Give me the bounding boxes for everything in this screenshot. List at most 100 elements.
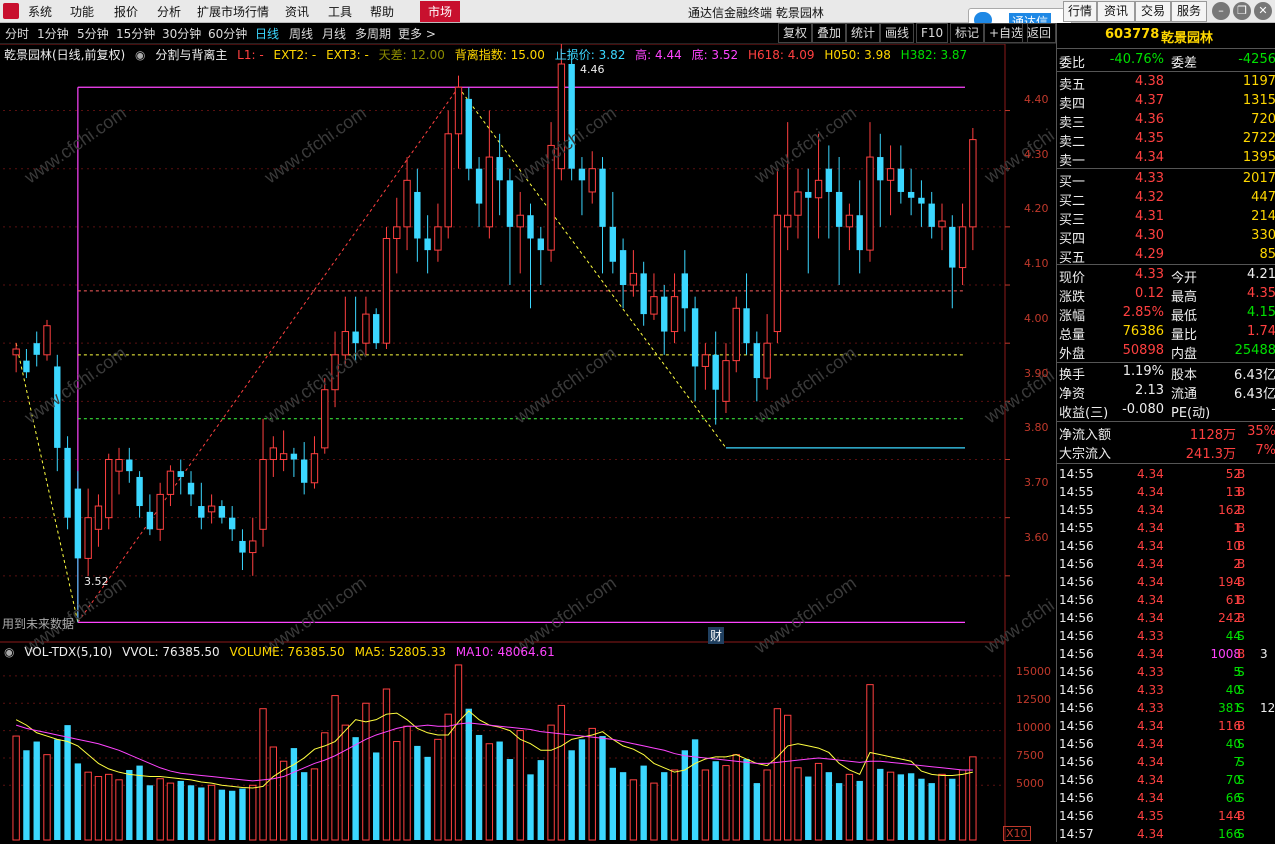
price-tick: 4.20 [1024, 202, 1049, 215]
bid-level-row[interactable]: 买二 4.32 447 [1057, 189, 1275, 209]
tab-60min[interactable]: 60分钟 [208, 25, 247, 42]
candle-body [239, 540, 246, 553]
candle-body [177, 471, 184, 477]
ask-level-row[interactable]: 卖五 4.38 1197 [1057, 73, 1275, 93]
tab-multi-period[interactable]: 多周期 [355, 25, 391, 42]
ask-level-row[interactable]: 卖四 4.37 1315 [1057, 92, 1275, 112]
tab-30min[interactable]: 30分钟 [162, 25, 201, 42]
zoom-x10[interactable]: X10 [1003, 826, 1031, 841]
menu-extended-market[interactable]: 扩展市场行情 [197, 3, 269, 20]
tab-more[interactable]: 更多 > [398, 25, 436, 42]
tick-row[interactable]: 14:55 4.34 52 B [1057, 466, 1275, 484]
tick-row[interactable]: 14:56 4.34 242 B [1057, 610, 1275, 628]
kline-chart[interactable]: www.cfchi.com www.cfchi.com www.cfchi.com w… [0, 44, 1056, 842]
tick-row[interactable]: 14:56 4.34 2 B [1057, 556, 1275, 574]
tab-daily[interactable]: 日线 [255, 25, 279, 42]
btn-mark[interactable]: 标记 [950, 23, 985, 43]
ask-level-label: 卖五 [1059, 78, 1086, 93]
candle-body [300, 459, 308, 483]
tick-row[interactable]: 14:56 4.33 5 S [1057, 664, 1275, 682]
tick-row[interactable]: 14:56 4.34 61 B [1057, 592, 1275, 610]
tick-row[interactable]: 14:56 4.34 1008 B 3 [1057, 646, 1275, 664]
tick-row[interactable]: 14:55 4.34 1 B [1057, 520, 1275, 538]
btn-overlay[interactable]: 叠加 [812, 23, 847, 43]
volume-bar [94, 776, 103, 841]
tick-row[interactable]: 14:56 4.34 66 S [1057, 790, 1275, 808]
indicator-name[interactable]: 分割与背离主 [155, 48, 227, 62]
tick-row[interactable]: 14:56 4.35 144 B [1057, 808, 1275, 826]
stat-row[interactable]: 涨跌 0.12 最高 4.35 [1057, 285, 1275, 305]
btn-info[interactable]: 资讯 [1097, 1, 1135, 22]
finance-marker[interactable]: 财 [708, 627, 725, 644]
tick-row[interactable]: 14:57 4.34 166 S [1057, 826, 1275, 844]
btn-adjust[interactable]: 复权 [778, 23, 813, 43]
stat-row[interactable]: 总量 76386 量比 1.74 [1057, 323, 1275, 343]
stat-row[interactable]: 外盘 50898 内盘 25488 [1057, 342, 1275, 362]
candle-body [958, 226, 967, 269]
btn-service[interactable]: 服务 [1171, 1, 1207, 22]
tick-row[interactable]: 14:56 4.33 381 S 12 [1057, 700, 1275, 718]
vol-indicator-name[interactable]: VOL-TDX(5,10) [24, 645, 112, 659]
tab-weekly[interactable]: 周线 [289, 25, 313, 42]
bid-level-row[interactable]: 买一 4.33 2017 [1057, 170, 1275, 190]
menu-tools[interactable]: 工具 [328, 3, 352, 20]
btn-stats[interactable]: 统计 [846, 23, 881, 43]
fundamental-row[interactable]: 换手 1.19% 股本 6.43亿 [1057, 363, 1275, 383]
fund-flow-row[interactable]: 大宗流入 241.3万 7% [1057, 442, 1275, 462]
tick-row[interactable]: 14:56 4.33 40 S [1057, 682, 1275, 700]
candle-body [94, 505, 103, 530]
tick-row[interactable]: 14:56 4.34 10 B [1057, 538, 1275, 556]
volume-bar [958, 769, 967, 841]
volume-bar [424, 756, 431, 840]
tick-row[interactable]: 14:56 4.33 44 S [1057, 628, 1275, 646]
menu-help[interactable]: 帮助 [370, 3, 394, 20]
bid-level-row[interactable]: 买五 4.29 85 [1057, 246, 1275, 266]
bid-volume: 330 [1251, 228, 1275, 243]
tab-15min[interactable]: 15分钟 [116, 25, 155, 42]
tick-row[interactable]: 14:56 4.34 116 B [1057, 718, 1275, 736]
vol-switch-icon[interactable]: ◉ [4, 645, 14, 659]
btn-back[interactable]: 返回 [1022, 23, 1057, 43]
menu-analysis[interactable]: 分析 [157, 3, 181, 20]
volume-bar [783, 714, 792, 841]
menu-market[interactable]: 市场 [420, 1, 461, 22]
btn-f10[interactable]: F10 [916, 23, 949, 43]
ask-level-row[interactable]: 卖一 4.34 1395 [1057, 149, 1275, 169]
menu-system[interactable]: 系统 [28, 3, 52, 20]
tick-row[interactable]: 14:55 4.34 13 B [1057, 484, 1275, 502]
btn-market[interactable]: 行情 [1063, 1, 1097, 22]
ask-level-row[interactable]: 卖二 4.35 2722 [1057, 130, 1275, 150]
btn-trade[interactable]: 交易 [1135, 1, 1171, 22]
fundamental-row[interactable]: 净资 2.13 流通 6.43亿 [1057, 382, 1275, 402]
minimize-icon[interactable]: – [1212, 2, 1230, 20]
tick-row[interactable]: 14:56 4.34 7 S [1057, 754, 1275, 772]
candle-body [475, 168, 483, 204]
tab-1min[interactable]: 1分钟 [37, 25, 69, 42]
tab-timeshare[interactable]: 分时 [5, 25, 29, 42]
btn-draw[interactable]: 画线 [880, 23, 915, 43]
restore-icon[interactable]: ❐ [1233, 2, 1251, 20]
menu-info[interactable]: 资讯 [285, 3, 309, 20]
volume-bar [588, 727, 596, 841]
bid-level-row[interactable]: 买三 4.31 214 [1057, 208, 1275, 228]
candle-body [228, 517, 236, 530]
volume-bar [773, 708, 782, 841]
ask-level-row[interactable]: 卖三 4.36 720 [1057, 111, 1275, 131]
fundamental-row[interactable]: 收益(三) -0.080 PE(动) - [1057, 401, 1275, 421]
tick-row[interactable]: 14:56 4.34 40 S [1057, 736, 1275, 754]
menu-quote[interactable]: 报价 [114, 3, 138, 20]
price-tick: 4.30 [1024, 148, 1049, 161]
tab-5min[interactable]: 5分钟 [77, 25, 109, 42]
menu-function[interactable]: 功能 [70, 3, 94, 20]
tick-row[interactable]: 14:56 4.34 194 B [1057, 574, 1275, 592]
tick-side: B [1237, 647, 1246, 661]
indicator-switch-icon[interactable]: ◉ [135, 48, 145, 62]
tick-row[interactable]: 14:56 4.34 70 S [1057, 772, 1275, 790]
bid-level-row[interactable]: 买四 4.30 330 [1057, 227, 1275, 247]
stat-row[interactable]: 涨幅 2.85% 最低 4.15 [1057, 304, 1275, 324]
close-icon[interactable]: ✕ [1254, 2, 1272, 20]
tab-monthly[interactable]: 月线 [322, 25, 346, 42]
fund-flow-row[interactable]: 净流入额 1128万 35% [1057, 423, 1275, 443]
stat-row[interactable]: 现价 4.33 今开 4.21 [1057, 266, 1275, 286]
tick-row[interactable]: 14:55 4.34 162 B [1057, 502, 1275, 520]
